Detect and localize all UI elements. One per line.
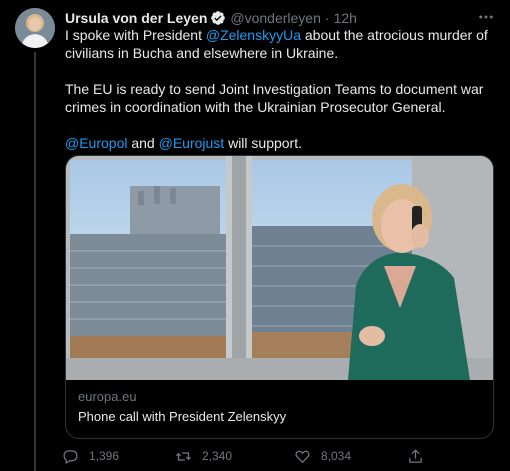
tweet-actions: 1,396 2,340 8,034 [62,446,452,466]
avatar[interactable] [15,8,55,48]
author-handle[interactable]: @vonderleyen [230,10,321,26]
mention-europol[interactable]: @Europol [65,135,127,151]
mention-eurojust[interactable]: @Eurojust [159,135,225,151]
verified-badge-icon [210,10,226,26]
reply-icon [63,449,78,464]
tweet-paragraph-3: @Europol and @Eurojust will support. [65,134,500,152]
share-button[interactable] [407,446,424,466]
retweet-button[interactable]: 2,340 [175,446,232,466]
tweet-paragraph-2: The EU is ready to send Joint Investigat… [65,81,484,115]
card-title[interactable]: Phone call with President Zelenskyy [78,409,286,424]
reply-count: 1,396 [89,449,120,463]
retweet-count: 2,340 [202,449,233,463]
tweet-text-segment: will support. [224,135,302,151]
mention-zelenskyyua[interactable]: @ZelenskyyUa [206,27,301,43]
heart-icon [295,450,310,463]
card-domain: europa.eu [78,389,137,404]
tweet-text-segment: I spoke with President [65,27,206,43]
tweet-header: Ursula von der Leyen @vonderleyen · 12h [65,9,357,27]
more-options-icon[interactable] [475,8,497,26]
tweet-text: I spoke with President @ZelenskyyUa abou… [65,26,500,152]
separator-dot: · [324,10,330,26]
tweet[interactable]: Ursula von der Leyen @vonderleyen · 12h … [0,0,510,471]
like-count: 8,034 [321,449,352,463]
tweet-timestamp[interactable]: 12h [334,10,357,26]
like-button[interactable]: 8,034 [294,446,351,466]
tweet-text-segment: and [127,135,159,151]
author-name[interactable]: Ursula von der Leyen [65,10,207,26]
retweet-icon [175,451,192,461]
tweet-paragraph-1: I spoke with President @ZelenskyyUa abou… [65,26,500,62]
link-card[interactable]: europa.eu Phone call with President Zele… [65,155,494,439]
share-icon [409,448,422,463]
card-image[interactable] [66,156,493,380]
thread-line [34,52,36,471]
reply-button[interactable]: 1,396 [62,446,119,466]
